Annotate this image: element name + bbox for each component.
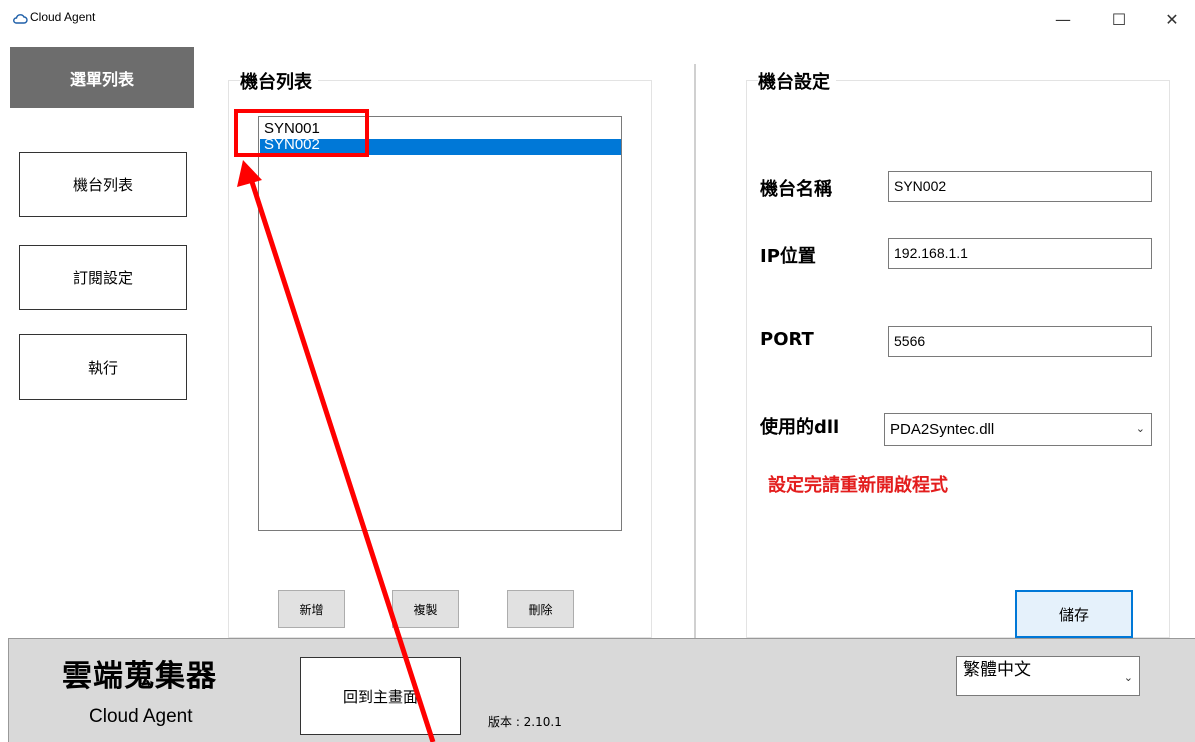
cloud-icon [13,14,28,24]
panel-divider [694,64,696,639]
language-select[interactable]: 繁體中文 ⌄ [956,656,1140,696]
machine-name-label: 機台名稱 [760,179,832,200]
dll-select-value: PDA2Syntec.dll [890,421,995,438]
machine-settings-title: 機台設定 [758,68,836,94]
save-button[interactable]: 儲存 [1015,590,1133,638]
port-field[interactable]: 5566 [888,326,1152,357]
machine-listbox[interactable]: SYN001 SYN002 [258,116,622,531]
close-button[interactable]: ✕ [1149,0,1195,38]
nav-run-button[interactable]: 執行 [19,334,187,400]
nav-machine-list-button[interactable]: 機台列表 [19,152,187,217]
menu-header: 選單列表 [10,47,194,108]
machine-list-title: 機台列表 [240,68,318,94]
minimize-button[interactable]: — [1040,0,1086,38]
add-button[interactable]: 新增 [278,590,345,628]
delete-button[interactable]: 刪除 [507,590,574,628]
back-to-home-button[interactable]: 回到主畫面 [300,657,461,735]
chevron-down-icon: ⌄ [1135,423,1145,435]
language-select-value: 繁體中文 [963,660,1031,680]
brand-title-en: Cloud Agent [89,706,193,727]
annotation-highlight-box [234,109,369,157]
version-text: 版本 : 2.10.1 [488,715,562,729]
restart-warning-text: 設定完請重新開啟程式 [768,475,948,496]
ip-address-field[interactable]: 192.168.1.1 [888,238,1152,269]
machine-name-field[interactable]: SYN002 [888,171,1152,202]
machine-settings-group [746,80,1170,638]
dll-select[interactable]: PDA2Syntec.dll ⌄ [884,413,1152,446]
port-label: PORT [760,329,814,350]
copy-button[interactable]: 複製 [392,590,459,628]
nav-subscription-settings-button[interactable]: 訂閱設定 [19,245,187,310]
brand-title-zh: 雲端蒐集器 [62,659,217,694]
chevron-down-icon: ⌄ [1123,671,1133,684]
dll-label: 使用的dll [760,417,840,438]
window-title: Cloud Agent [30,10,96,24]
ip-address-label: IP位置 [760,246,816,267]
maximize-button[interactable]: ☐ [1096,0,1142,38]
title-bar [0,0,1195,46]
